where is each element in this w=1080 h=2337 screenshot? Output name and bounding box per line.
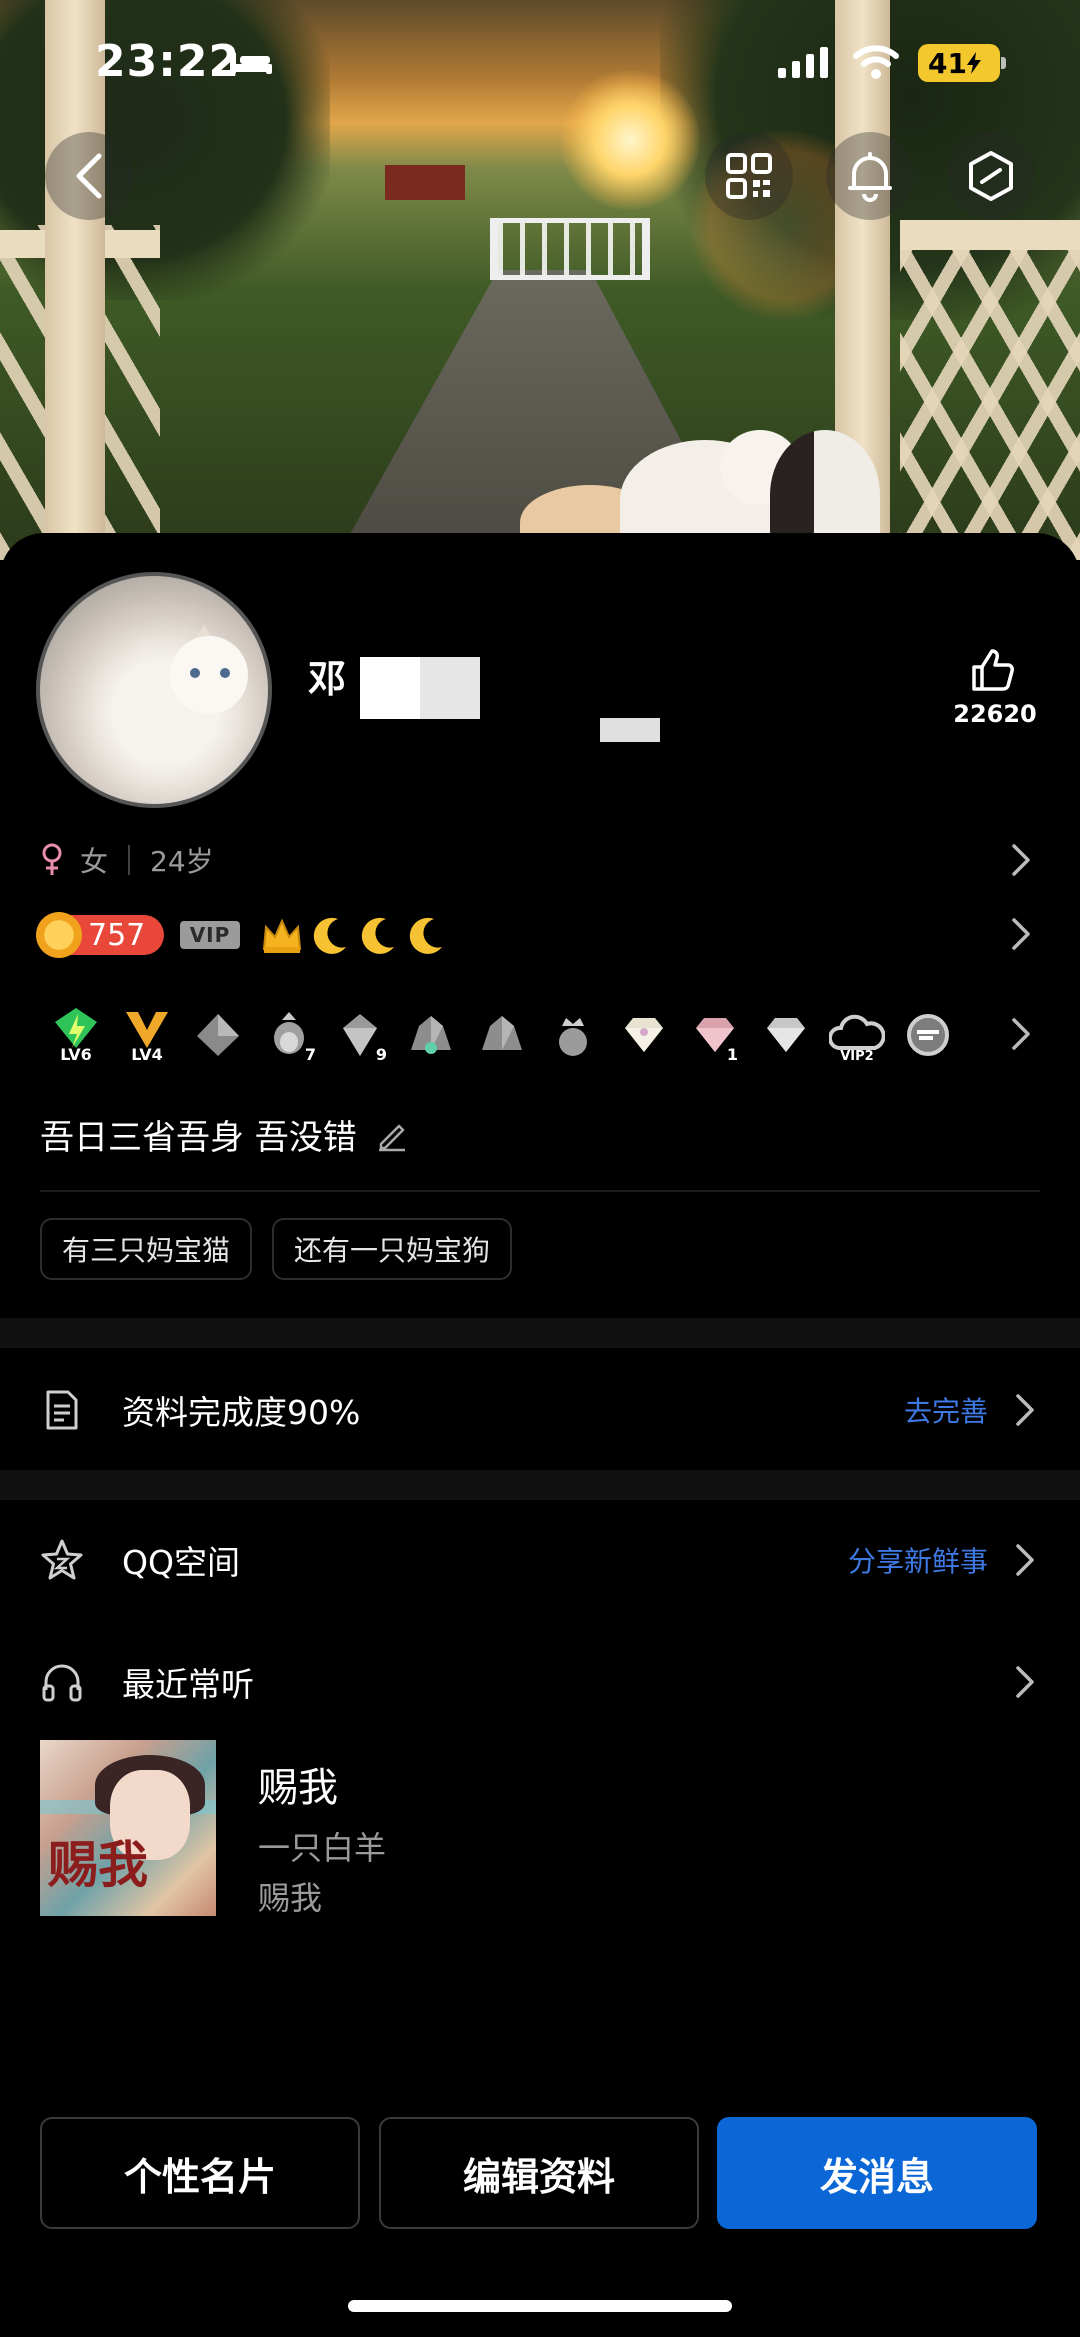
tag-item[interactable]: 还有一只妈宝狗 [272,1218,513,1280]
penguin-7-label: 7 [304,1045,316,1064]
album-art-title: 赐我 [48,1835,148,1894]
battery-indicator: 41 [918,44,1006,82]
sleep-mode-icon [230,52,272,74]
cover-railing-top-right [900,220,1080,250]
penguin-7-badge: 7 [258,1004,320,1066]
avatar-cat-eye-left [190,668,200,678]
send-message-button[interactable]: 发消息 [717,2117,1037,2229]
cover-railing-right [900,220,1080,560]
status-time: 23:22 [95,36,241,87]
diamond-9-badge: 9 [329,1004,391,1066]
signature[interactable]: 吾日三省吾身 吾没错 [40,1110,409,1159]
star-icon [41,1539,83,1580]
white-diamond-badge [613,1004,675,1066]
gender-text: 女 [80,845,109,878]
like-count: 22620 [953,700,1037,728]
chevron-right-icon [1016,1544,1034,1576]
redaction-block-shade [420,657,480,719]
basic-info-row[interactable]: 女 24岁 [40,840,214,880]
moon-icon-2 [361,917,394,954]
complete-profile-link[interactable]: 去完善 [904,1390,988,1430]
avatar-cat-face [170,636,248,714]
gray-gem-badge [400,1004,462,1066]
divider [40,1190,1040,1192]
coin-level-badge: 757 [36,912,164,958]
cf-badge [897,1004,959,1066]
moon-icon-3 [409,917,442,954]
edit-profile-button[interactable]: 编辑资料 [379,2117,699,2229]
notification-button[interactable] [826,132,914,220]
nickname: 邓 [308,657,346,701]
album-cover[interactable]: 赐我 [40,1740,216,1916]
vip2-cloud-badge: VIP2 [826,1004,888,1066]
song-album: 赐我 [258,1879,323,1917]
hexagon-settings-icon [969,151,1013,201]
charging-bolt-icon [966,52,981,74]
qzone-row[interactable]: QQ空间 分享新鲜事 [0,1510,1080,1610]
chevron-right-icon [1016,1394,1034,1426]
profile-card-button[interactable]: 个性名片 [40,2117,360,2229]
coin-level: 757 [88,917,146,953]
age-text: 24岁 [150,845,214,878]
bell-icon [848,152,892,202]
profile-completion-row[interactable]: 资料完成度90% 去完善 [0,1360,1080,1460]
vip-tag: VIP [180,921,240,949]
back-button[interactable] [45,132,133,220]
wifi-icon [853,45,899,79]
lv6-badge: LV6 [45,1004,107,1066]
avatar-cat-eye-right [220,668,230,678]
info-divider [128,845,131,875]
female-icon [42,843,62,875]
silver-diamond-badge [755,1004,817,1066]
thumbs-up-icon[interactable] [968,645,1018,695]
headphones-icon [42,1664,82,1702]
crown-penguin-badge [542,1004,604,1066]
song-title[interactable]: 赐我 [258,1755,338,1813]
qzone-label: QQ空间 [122,1543,240,1582]
chevron-right-icon[interactable] [1008,914,1036,954]
badge-row[interactable]: LV6 LV4 7 9 1 VIP2 [45,1000,968,1070]
redaction-block-small [600,718,660,742]
back-icon [76,153,102,199]
document-icon [46,1390,78,1430]
settings-button[interactable] [947,132,1035,220]
pencil-icon[interactable] [375,1118,409,1152]
section-gap [0,1318,1080,1348]
crown-icon [262,918,302,953]
battery-tip [1001,57,1006,69]
lv6-label: LV6 [60,1045,92,1064]
profile-completion-label: 资料完成度90% [122,1393,361,1432]
cellular-signal-icon [778,47,828,78]
chevron-right-icon[interactable] [1008,1014,1036,1054]
avatar[interactable] [36,572,272,808]
cover-house [385,165,465,200]
share-news-link[interactable]: 分享新鲜事 [848,1540,988,1580]
coin-icon [36,912,82,958]
level-row[interactable]: 757 VIP [36,910,448,960]
lv4-badge: LV4 [116,1004,178,1066]
recent-music-label: 最近常听 [122,1665,254,1704]
recent-music-row[interactable]: 最近常听 [0,1632,1080,1732]
pink-diamond-1-badge: 1 [684,1004,746,1066]
song-artist: 一只白羊 [258,1829,387,1867]
qr-code-icon [726,153,772,199]
gray-gem-badge-2 [471,1004,533,1066]
diamond-9-label: 9 [375,1045,387,1064]
cover-gate [490,218,650,280]
vip2-label: VIP2 [840,1049,874,1064]
status-bar: 23:22 41 [0,0,1080,130]
tag-item[interactable]: 有三只妈宝猫 [40,1218,253,1280]
section-gap [0,1470,1080,1500]
pink-diamond-1-label: 1 [726,1045,738,1064]
qr-code-button[interactable] [705,132,793,220]
battery-level: 41 [928,46,967,80]
gray-diamond-badge [187,1004,249,1066]
chevron-right-icon [1016,1666,1034,1698]
signature-text: 吾日三省吾身 吾没错 [40,1118,357,1158]
moon-icon [313,917,346,954]
chevron-right-icon[interactable] [1008,840,1036,880]
lv4-label: LV4 [131,1045,163,1064]
tag-list: 有三只妈宝猫 还有一只妈宝狗 [40,1218,532,1280]
home-indicator[interactable] [348,2300,732,2312]
